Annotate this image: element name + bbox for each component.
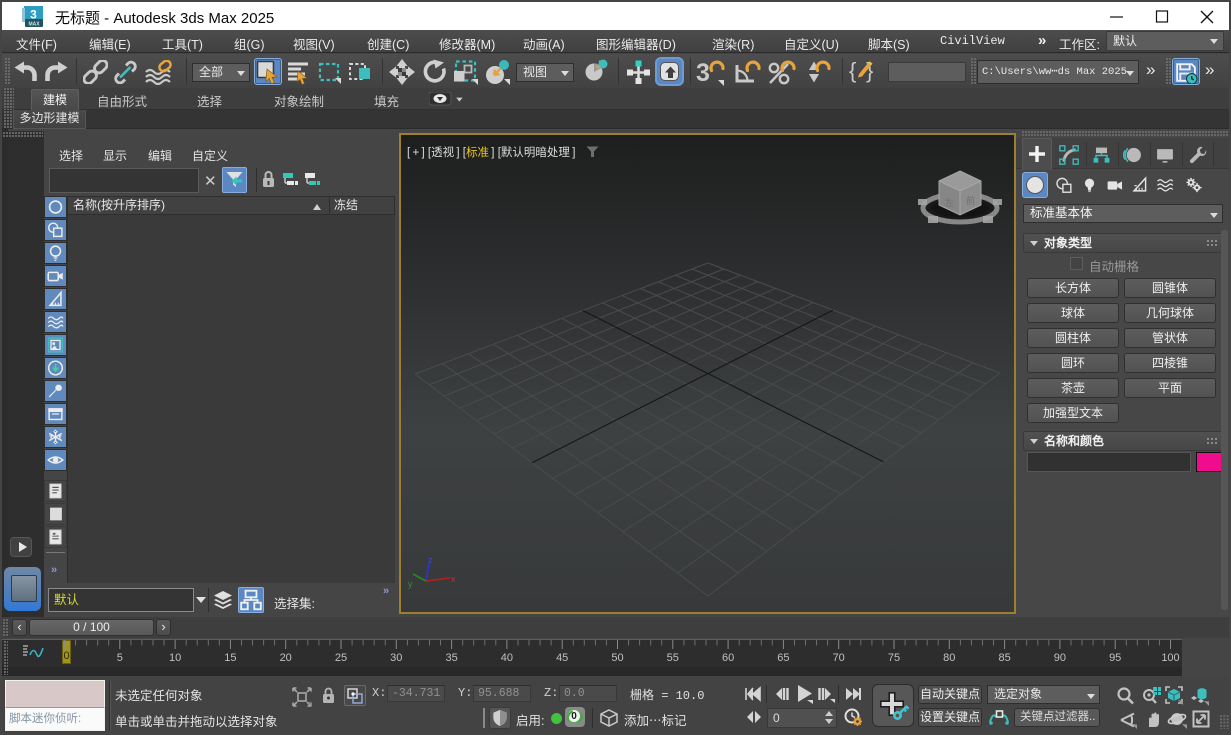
svg-text:90: 90 — [1054, 652, 1066, 664]
svg-text:95: 95 — [1109, 652, 1121, 664]
svg-text:70: 70 — [833, 652, 845, 664]
svg-text:30: 30 — [390, 652, 402, 664]
svg-text:25: 25 — [335, 652, 347, 664]
svg-text:45: 45 — [556, 652, 568, 664]
svg-text:85: 85 — [998, 652, 1010, 664]
svg-text:10: 10 — [169, 652, 181, 664]
svg-text:35: 35 — [445, 652, 457, 664]
svg-text:40: 40 — [501, 652, 513, 664]
svg-text:55: 55 — [667, 652, 679, 664]
svg-text:15: 15 — [224, 652, 236, 664]
svg-text:50: 50 — [611, 652, 623, 664]
svg-text:60: 60 — [722, 652, 734, 664]
svg-text:80: 80 — [943, 652, 955, 664]
svg-text:20: 20 — [280, 652, 292, 664]
svg-text:65: 65 — [777, 652, 789, 664]
svg-text:5: 5 — [117, 652, 123, 664]
svg-text:100: 100 — [1161, 652, 1179, 664]
svg-text:75: 75 — [888, 652, 900, 664]
